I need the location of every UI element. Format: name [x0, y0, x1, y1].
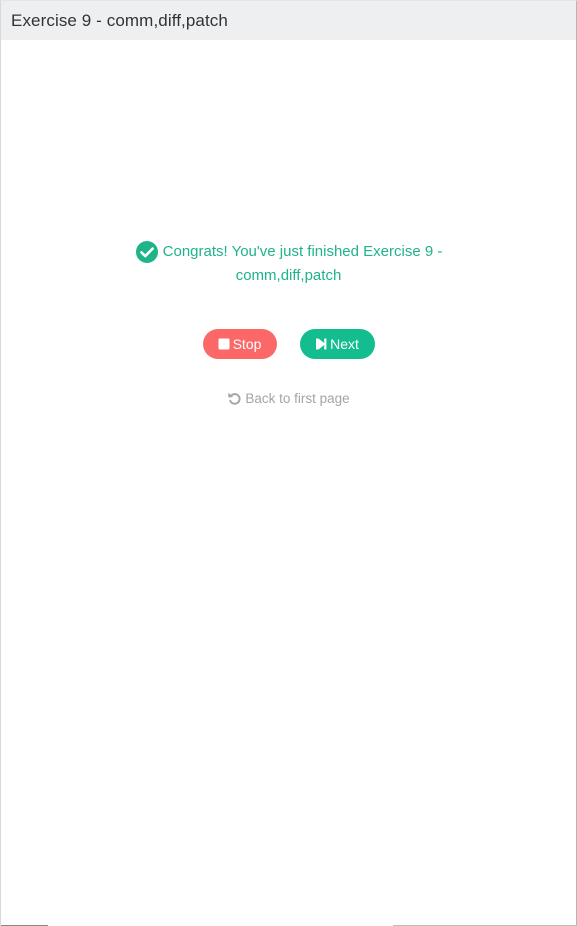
message-line-2: comm,diff,patch: [235, 267, 342, 284]
step-forward-icon: [316, 338, 327, 350]
action-buttons: Stop Next: [1, 329, 576, 359]
window-title: Exercise 9 - comm,diff,patch: [11, 10, 228, 30]
stop-button[interactable]: Stop: [202, 329, 277, 359]
next-button[interactable]: Next: [299, 329, 375, 359]
app-window: Exercise 9 - comm,diff,patch Congrats! Y…: [0, 0, 577, 926]
message-line-1-row: Congrats! You've just finished Exercise …: [111, 240, 466, 264]
stop-button-label: Stop: [232, 336, 262, 352]
message-line-1: Congrats! You've just finished Exercise …: [162, 243, 443, 260]
back-link-label: Back to first page: [245, 391, 350, 406]
stop-icon: [218, 338, 230, 350]
next-button-label: Next: [330, 336, 359, 352]
main-content: Congrats! You've just finished Exercise …: [1, 41, 576, 926]
completion-message: Congrats! You've just finished Exercise …: [1, 240, 576, 288]
back-to-first-page-link[interactable]: Back to first page: [1, 391, 576, 406]
title-bar: Exercise 9 - comm,diff,patch: [1, 1, 576, 40]
check-circle-icon: [135, 241, 158, 263]
undo-icon: [228, 392, 241, 405]
